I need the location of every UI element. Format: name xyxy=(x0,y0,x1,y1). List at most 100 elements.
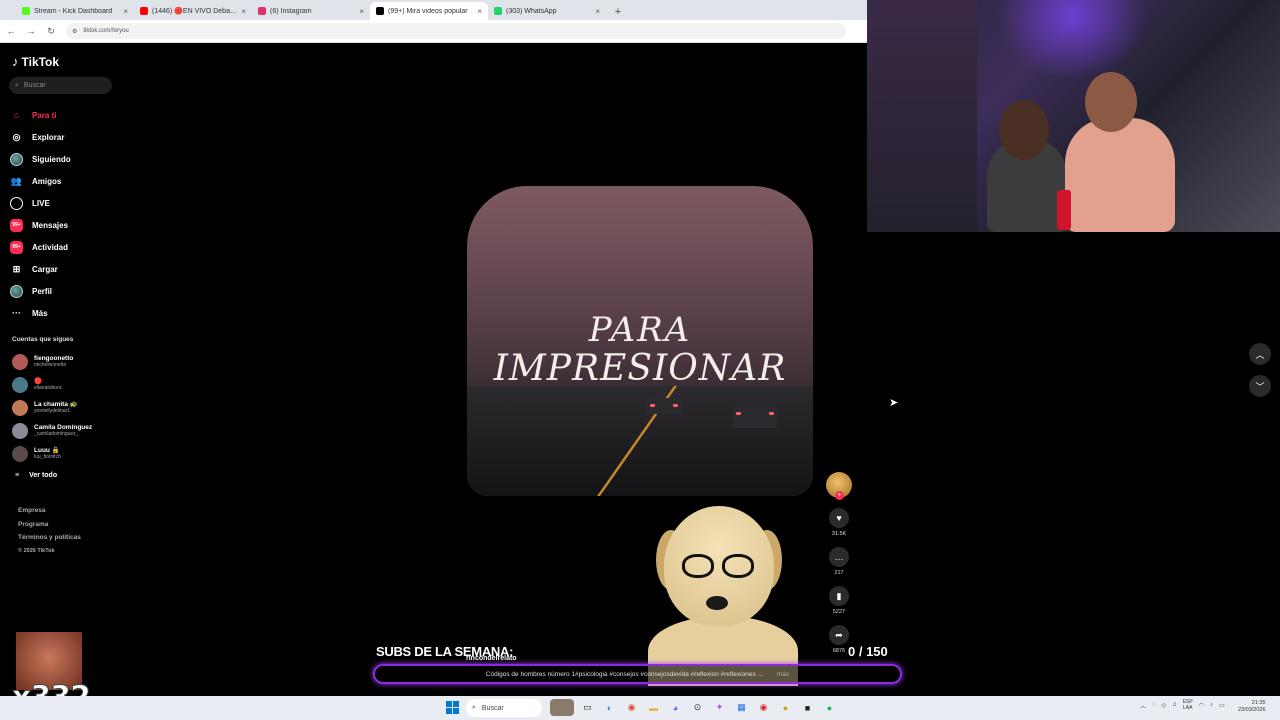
activity-icon: 99+ xyxy=(10,240,23,254)
close-tab-icon[interactable]: × xyxy=(477,7,482,16)
taskbar-clock[interactable]: 21:35 23/03/2026 xyxy=(1238,700,1266,714)
tray-icon[interactable]: ◇ xyxy=(1162,702,1167,709)
caption-more-link[interactable]: más xyxy=(777,671,789,678)
like-count: 31.5K xyxy=(831,531,847,537)
chrome-active-icon[interactable]: ◉ xyxy=(755,699,772,716)
upload-icon: ⊞ xyxy=(12,263,21,274)
site-info-icon[interactable]: ⚙ xyxy=(72,28,77,35)
following-account[interactable]: Luuu 🔒 luu_fioroitch xyxy=(12,442,92,465)
system-tray: ︿ ◌ ◇ ♫ ESP LAA ◠ ♪ ▭ xyxy=(1140,699,1225,711)
tab-favicon-icon xyxy=(140,7,148,15)
webcam-feed xyxy=(867,0,1280,232)
creator-avatar[interactable]: + xyxy=(826,472,852,500)
taillight xyxy=(769,412,774,415)
share-icon[interactable]: ➦ xyxy=(829,625,849,645)
dog-overlay xyxy=(648,506,798,686)
webcam-person-right-head xyxy=(1085,72,1137,132)
nav-item-label: Perfil xyxy=(32,286,53,296)
bookmark-icon[interactable]: ▮ xyxy=(829,586,849,606)
nav-item[interactable]: ⌂ Para ti xyxy=(10,104,71,126)
chrome-icon[interactable]: ◉ xyxy=(623,699,640,716)
nav-item[interactable]: ··· Más xyxy=(10,302,71,324)
steam-icon[interactable]: ⊙ xyxy=(689,699,706,716)
messages-icon: 99+ xyxy=(10,218,23,232)
previous-video-button[interactable]: ︿ xyxy=(1249,343,1271,365)
folder-icon[interactable]: ▬ xyxy=(645,699,662,716)
nav-item[interactable]: ⊞ Cargar xyxy=(10,258,71,280)
tiktok-logo[interactable]: ♪ TikTok xyxy=(12,54,59,69)
nav-item[interactable]: Siguiendo xyxy=(10,148,71,170)
back-icon[interactable]: ← xyxy=(6,26,16,36)
close-tab-icon[interactable]: × xyxy=(595,7,600,16)
mic-icon[interactable]: ♫ xyxy=(1172,702,1177,708)
volume-icon[interactable]: ♪ xyxy=(1210,702,1213,708)
discord-icon[interactable]: ◕ xyxy=(667,699,684,716)
nav-item[interactable]: 99+ Mensajes xyxy=(10,214,71,236)
footer-link-empresa[interactable]: Empresa xyxy=(18,504,81,518)
caption-ticker: Códigos de hombres número 1#psicologia #… xyxy=(373,664,902,684)
video-author[interactable]: rincondelrelato xyxy=(466,655,517,662)
nav-item-label: Siguiendo xyxy=(32,154,71,164)
following-account[interactable]: Camila Domínguez _camiladominguez_ xyxy=(12,419,92,442)
edge-icon[interactable]: ◐ xyxy=(601,699,618,716)
close-tab-icon[interactable]: × xyxy=(359,7,364,16)
nav-item[interactable]: ◎ Explorar xyxy=(10,126,71,148)
comment-icon[interactable]: … xyxy=(829,547,849,567)
search-input[interactable]: ⌕ Buscar xyxy=(9,77,112,94)
browser-tab[interactable]: (1446) 🔴EN VIVO Debate presi × xyxy=(134,2,252,20)
widgets-icon[interactable] xyxy=(550,699,574,716)
tab-favicon-icon xyxy=(258,7,266,15)
reload-icon[interactable]: ↻ xyxy=(46,26,56,37)
tab-label: Stream - Kick Dashboard xyxy=(34,7,113,15)
nav-item-label: Mensajes xyxy=(32,220,69,230)
task-view-icon[interactable]: ▭ xyxy=(579,699,596,716)
webcam-person-right xyxy=(1065,118,1175,232)
next-video-button[interactable]: ﹀ xyxy=(1249,375,1271,397)
battery-icon[interactable]: ▭ xyxy=(1219,702,1225,709)
app-icon[interactable]: ■ xyxy=(799,699,816,716)
taskbar-search[interactable]: ⌕ Buscar xyxy=(466,699,542,717)
account-text: Luuu 🔒 luu_fioroitch xyxy=(34,447,61,460)
avatar xyxy=(12,422,28,439)
follow-plus-icon[interactable]: + xyxy=(835,491,844,500)
browser-tab[interactable]: (303) WhatsApp × xyxy=(488,2,606,20)
new-tab-icon[interactable]: + xyxy=(610,6,626,18)
see-all-button[interactable]: ≡ Ver todo xyxy=(15,472,57,479)
taillight xyxy=(673,404,678,407)
browser-tab[interactable]: (6) Instagram × xyxy=(252,2,370,20)
wifi-icon[interactable]: ◠ xyxy=(1199,702,1204,709)
following-account[interactable]: 🔴 elianatobonc xyxy=(12,373,92,396)
webcam-person-left-head xyxy=(999,100,1049,160)
video-road xyxy=(467,386,813,496)
url-field[interactable]: ⚙ tiktok.com/foryou xyxy=(66,23,846,39)
windows-taskbar: ⌕ Buscar ▭ ◐ ◉ ▬ ◕ ⊙ ✦ ▦ ◉ ● ■ ● ︿ ◌ ◇ ♫… xyxy=(0,696,1280,720)
tray-chevron-icon[interactable]: ︿ xyxy=(1140,701,1146,710)
following-account[interactable]: fiengoonetto michelleonetto xyxy=(12,350,92,373)
share-count: 6876 xyxy=(832,648,846,654)
language-indicator[interactable]: ESP LAA xyxy=(1183,699,1193,711)
tray-icon[interactable]: ◌ xyxy=(1152,702,1156,708)
windows-start-icon[interactable] xyxy=(446,701,459,714)
like-icon[interactable]: ♥ xyxy=(829,508,849,528)
browser-tab[interactable]: (99+) Mira videos popular × xyxy=(370,2,488,20)
forward-icon[interactable]: → xyxy=(26,26,36,36)
obs-icon[interactable]: ● xyxy=(777,699,794,716)
spotify-icon[interactable]: ● xyxy=(821,699,838,716)
video-player[interactable]: PARA IMPRESIONAR xyxy=(467,186,813,496)
nav-item[interactable]: LIVE xyxy=(10,192,71,214)
close-tab-icon[interactable]: × xyxy=(123,7,128,16)
close-tab-icon[interactable]: × xyxy=(241,7,246,16)
account-text: Camila Domínguez _camiladominguez_ xyxy=(34,424,92,437)
video-car xyxy=(733,406,777,428)
nav-item[interactable]: 👥 Amigos xyxy=(10,170,71,192)
dog-nose xyxy=(706,596,728,610)
nav-item[interactable]: 99+ Actividad xyxy=(10,236,71,258)
footer-link-terms[interactable]: Términos y políticas xyxy=(18,531,81,545)
nav-item[interactable]: Perfil xyxy=(10,280,71,302)
following-account[interactable]: La chamita 🐢 yosnellydelmar1 xyxy=(12,396,92,419)
calculator-icon[interactable]: ▦ xyxy=(733,699,750,716)
footer-link-programa[interactable]: Programa xyxy=(18,518,81,532)
webcam-light xyxy=(997,0,1147,80)
copilot-icon[interactable]: ✦ xyxy=(711,699,728,716)
browser-tab[interactable]: Stream - Kick Dashboard × xyxy=(16,2,134,20)
